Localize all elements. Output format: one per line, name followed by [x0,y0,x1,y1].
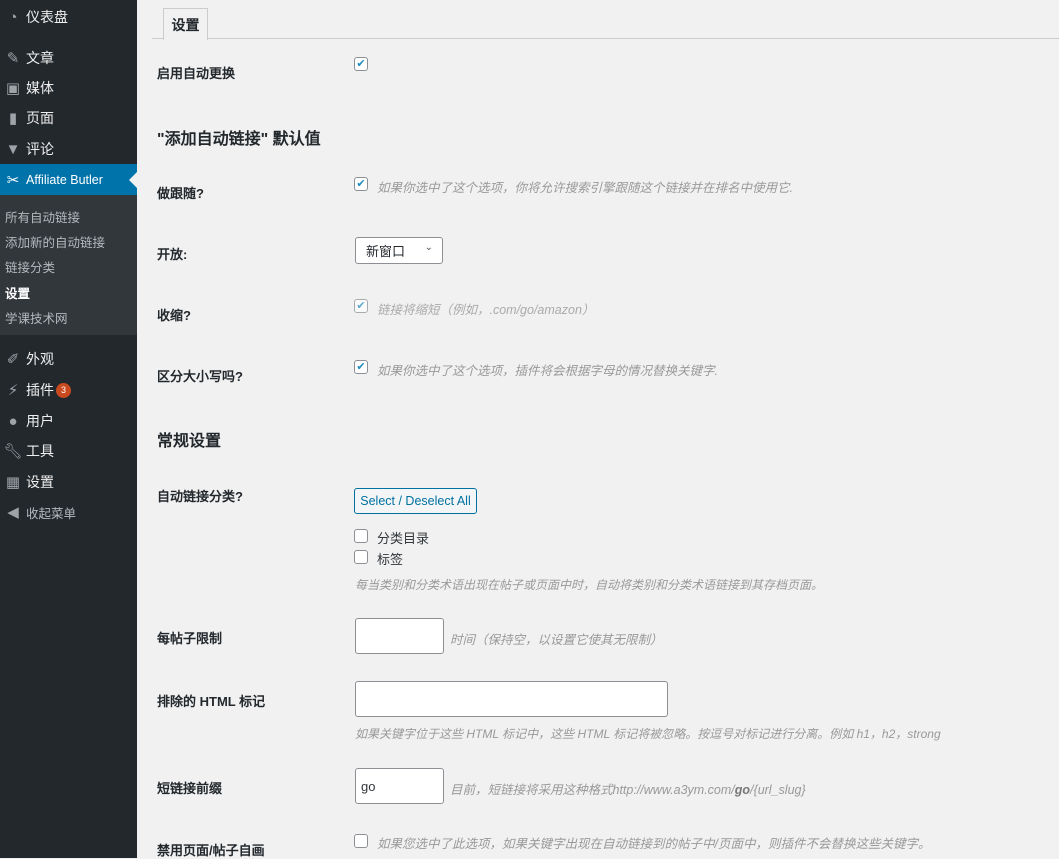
label-exclude-html: 排除的 HTML 标记 [157,694,266,709]
collapse-icon: ◀ [7,504,19,521]
category-option-label: 分类目录 [377,531,430,546]
submenu-site[interactable]: 学课技术网 [5,308,68,327]
brush-icon: ✐ [6,351,20,368]
menu-appearance[interactable]: ✐ 外观 [0,344,137,374]
menu-comments[interactable]: ▼ 评论 [0,134,137,164]
media-icon: ▣ [5,80,21,97]
case-description: 如果你选中了这个选项，插件将会根据字母的情况替换关键字. [377,364,718,378]
label-limit: 每帖子限制 [157,631,223,646]
menu-posts[interactable]: ✎ 文章 [0,43,137,73]
menu-settings[interactable]: ▦ 设置 [0,467,137,497]
enable-checkbox[interactable]: ✔ [354,57,368,71]
categories-description: 每当类别和分类术语出现在帖子或页面中时，自动将类别和分类术语链接到其存档页面。 [355,578,824,592]
disable-checkbox[interactable] [354,834,368,848]
limit-input[interactable] [355,618,444,654]
shrink-checkbox[interactable]: ✔ [354,299,368,313]
affiliate-icon: ✂ [6,171,20,189]
wrench-icon: 🔧︎ [3,443,23,460]
plugin-update-badge: 3 [56,382,71,398]
prefix-input[interactable]: go [355,768,444,804]
menu-dashboard[interactable]: ◔ 仪表盘 [0,2,137,32]
limit-description: 时间（保持空，以设置它使其无限制） [450,633,663,647]
label-enable: 启用自动更换 [157,66,236,81]
dashboard-icon: ◔ [8,8,18,26]
pin-icon: ✎ [6,50,20,67]
menu-pages[interactable]: ▮ 页面 [0,103,137,133]
select-deselect-all-button[interactable]: Select / Deselect All [354,488,477,514]
submenu-add-link[interactable]: 添加新的自动链接 [5,232,105,251]
follow-description: 如果你选中了这个选项，你将允许搜索引擎跟随这个链接并在排名中使用它. [377,181,793,195]
follow-checkbox[interactable]: ✔ [354,177,368,191]
label-follow: 做跟随? [157,186,204,201]
label-prefix: 短链接前缀 [157,781,223,796]
tag-checkbox[interactable] [354,550,368,564]
comment-icon: ▼ [5,140,21,158]
settings-icon: ▦ [5,474,21,491]
submenu-settings[interactable]: 设置 [5,283,30,302]
menu-affiliate-butler[interactable]: ✂ Affiliate Butler [0,164,137,195]
tab-bar [152,38,1059,39]
plugin-icon: ⚡ [7,382,19,399]
submenu-link-categories[interactable]: 链接分类 [5,257,55,276]
disable-description: 如果您选中了此选项，如果关键字出现在自动链接到的帖子中/页面中，则插件不会替换这… [377,837,931,851]
section-heading-defaults: "添加自动链接" 默认值 [157,131,321,148]
menu-users[interactable]: ● 用户 [0,406,137,436]
label-shrink: 收缩? [157,308,191,323]
submenu: 所有自动链接 添加新的自动链接 链接分类 设置 学课技术网 [0,195,137,335]
tag-option-label: 标签 [377,552,404,567]
menu-plugins[interactable]: ⚡ 插件 3 [0,375,137,405]
exclude-html-description: 如果关键字位于这些 HTML 标记中，这些 HTML 标记将被忽略。按逗号对标记… [355,727,941,741]
chevron-down-icon: ⌄ [424,242,433,253]
menu-tools[interactable]: 🔧︎ 工具 [0,436,137,466]
open-select[interactable]: 新窗口 ⌄ [355,237,443,264]
admin-sidebar: ◔ 仪表盘 ✎ 文章 ▣ 媒体 ▮ 页面 ▼ 评论 ✂ Affiliate Butler 所… [0,0,137,858]
exclude-html-input[interactable] [355,681,668,717]
menu-collapse[interactable]: ◀ 收起菜单 [0,497,137,527]
category-checkbox[interactable] [354,529,368,543]
label-case: 区分大小写吗? [157,369,243,384]
case-checkbox[interactable]: ✔ [354,360,368,374]
shrink-description: 链接将缩短（例如，.com/go/amazon） [377,303,595,317]
tab-settings[interactable]: 设置 [163,8,208,40]
label-open: 开放: [157,247,188,262]
menu-media[interactable]: ▣ 媒体 [0,73,137,103]
prefix-description: 目前，短链接将采用这种格式http://www.a3ym.com/go/{url… [450,783,806,797]
label-disable: 禁用页面/帖子自画 [157,843,265,858]
pages-icon: ▮ [8,110,18,127]
section-heading-general: 常规设置 [157,433,222,450]
submenu-all-links[interactable]: 所有自动链接 [5,207,80,226]
label-categories: 自动链接分类? [157,489,243,504]
user-icon: ● [8,412,18,430]
